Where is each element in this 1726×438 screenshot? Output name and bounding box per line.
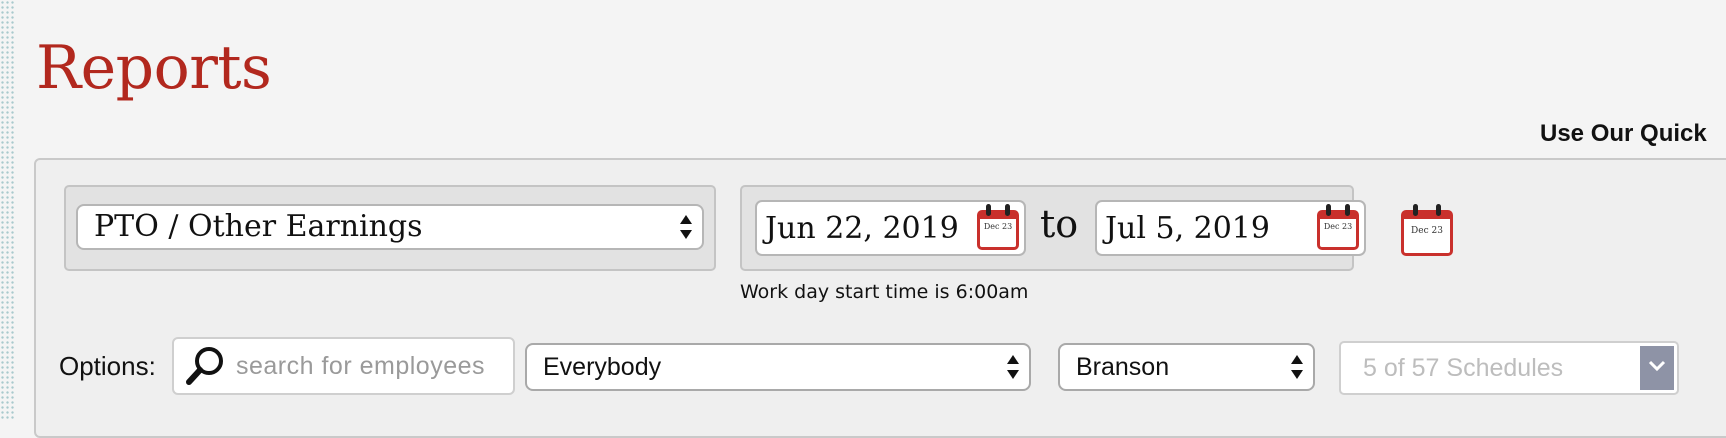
report-type-select[interactable]: PTO / Other Earnings <box>76 204 704 250</box>
schedules-multiselect[interactable]: 5 of 57 Schedules <box>1339 341 1679 395</box>
employee-filter-value: Everybody <box>543 353 662 381</box>
calendar-icon-label: Dec 23 <box>1323 222 1353 231</box>
calendar-icon-label: Dec 23 <box>983 222 1013 231</box>
select-arrows-icon <box>680 213 692 241</box>
start-date-value: Jun 22, 2019 <box>765 211 959 246</box>
employee-search-input[interactable] <box>234 347 509 385</box>
report-type-value: PTO / Other Earnings <box>94 209 423 244</box>
left-decorative-stripe <box>0 0 14 420</box>
schedules-dropdown-button[interactable] <box>1640 346 1674 390</box>
date-range-separator: to <box>1040 202 1079 246</box>
chevron-down-icon <box>1648 360 1666 372</box>
schedules-value: 5 of 57 Schedules <box>1363 354 1564 382</box>
search-icon <box>186 347 223 385</box>
options-label: Options: <box>59 351 156 381</box>
calendar-icon-label: Dec 23 <box>1411 226 1443 236</box>
location-select[interactable]: Branson <box>1058 343 1315 391</box>
employee-filter-select[interactable]: Everybody <box>525 343 1031 391</box>
quick-link[interactable]: Use Our Quick <box>1540 120 1707 148</box>
workday-start-note: Work day start time is 6:00am <box>740 281 1029 303</box>
end-date-value: Jul 5, 2019 <box>1105 211 1270 246</box>
start-date-calendar-icon[interactable]: Dec 23 <box>977 204 1019 250</box>
employee-search-box[interactable] <box>172 337 515 395</box>
select-arrows-icon <box>1007 353 1019 381</box>
date-picker-calendar-icon[interactable]: Dec 23 <box>1401 204 1453 256</box>
location-value: Branson <box>1076 353 1170 381</box>
page-title: Reports <box>36 33 272 103</box>
end-date-calendar-icon[interactable]: Dec 23 <box>1317 204 1359 250</box>
select-arrows-icon <box>1291 353 1303 381</box>
